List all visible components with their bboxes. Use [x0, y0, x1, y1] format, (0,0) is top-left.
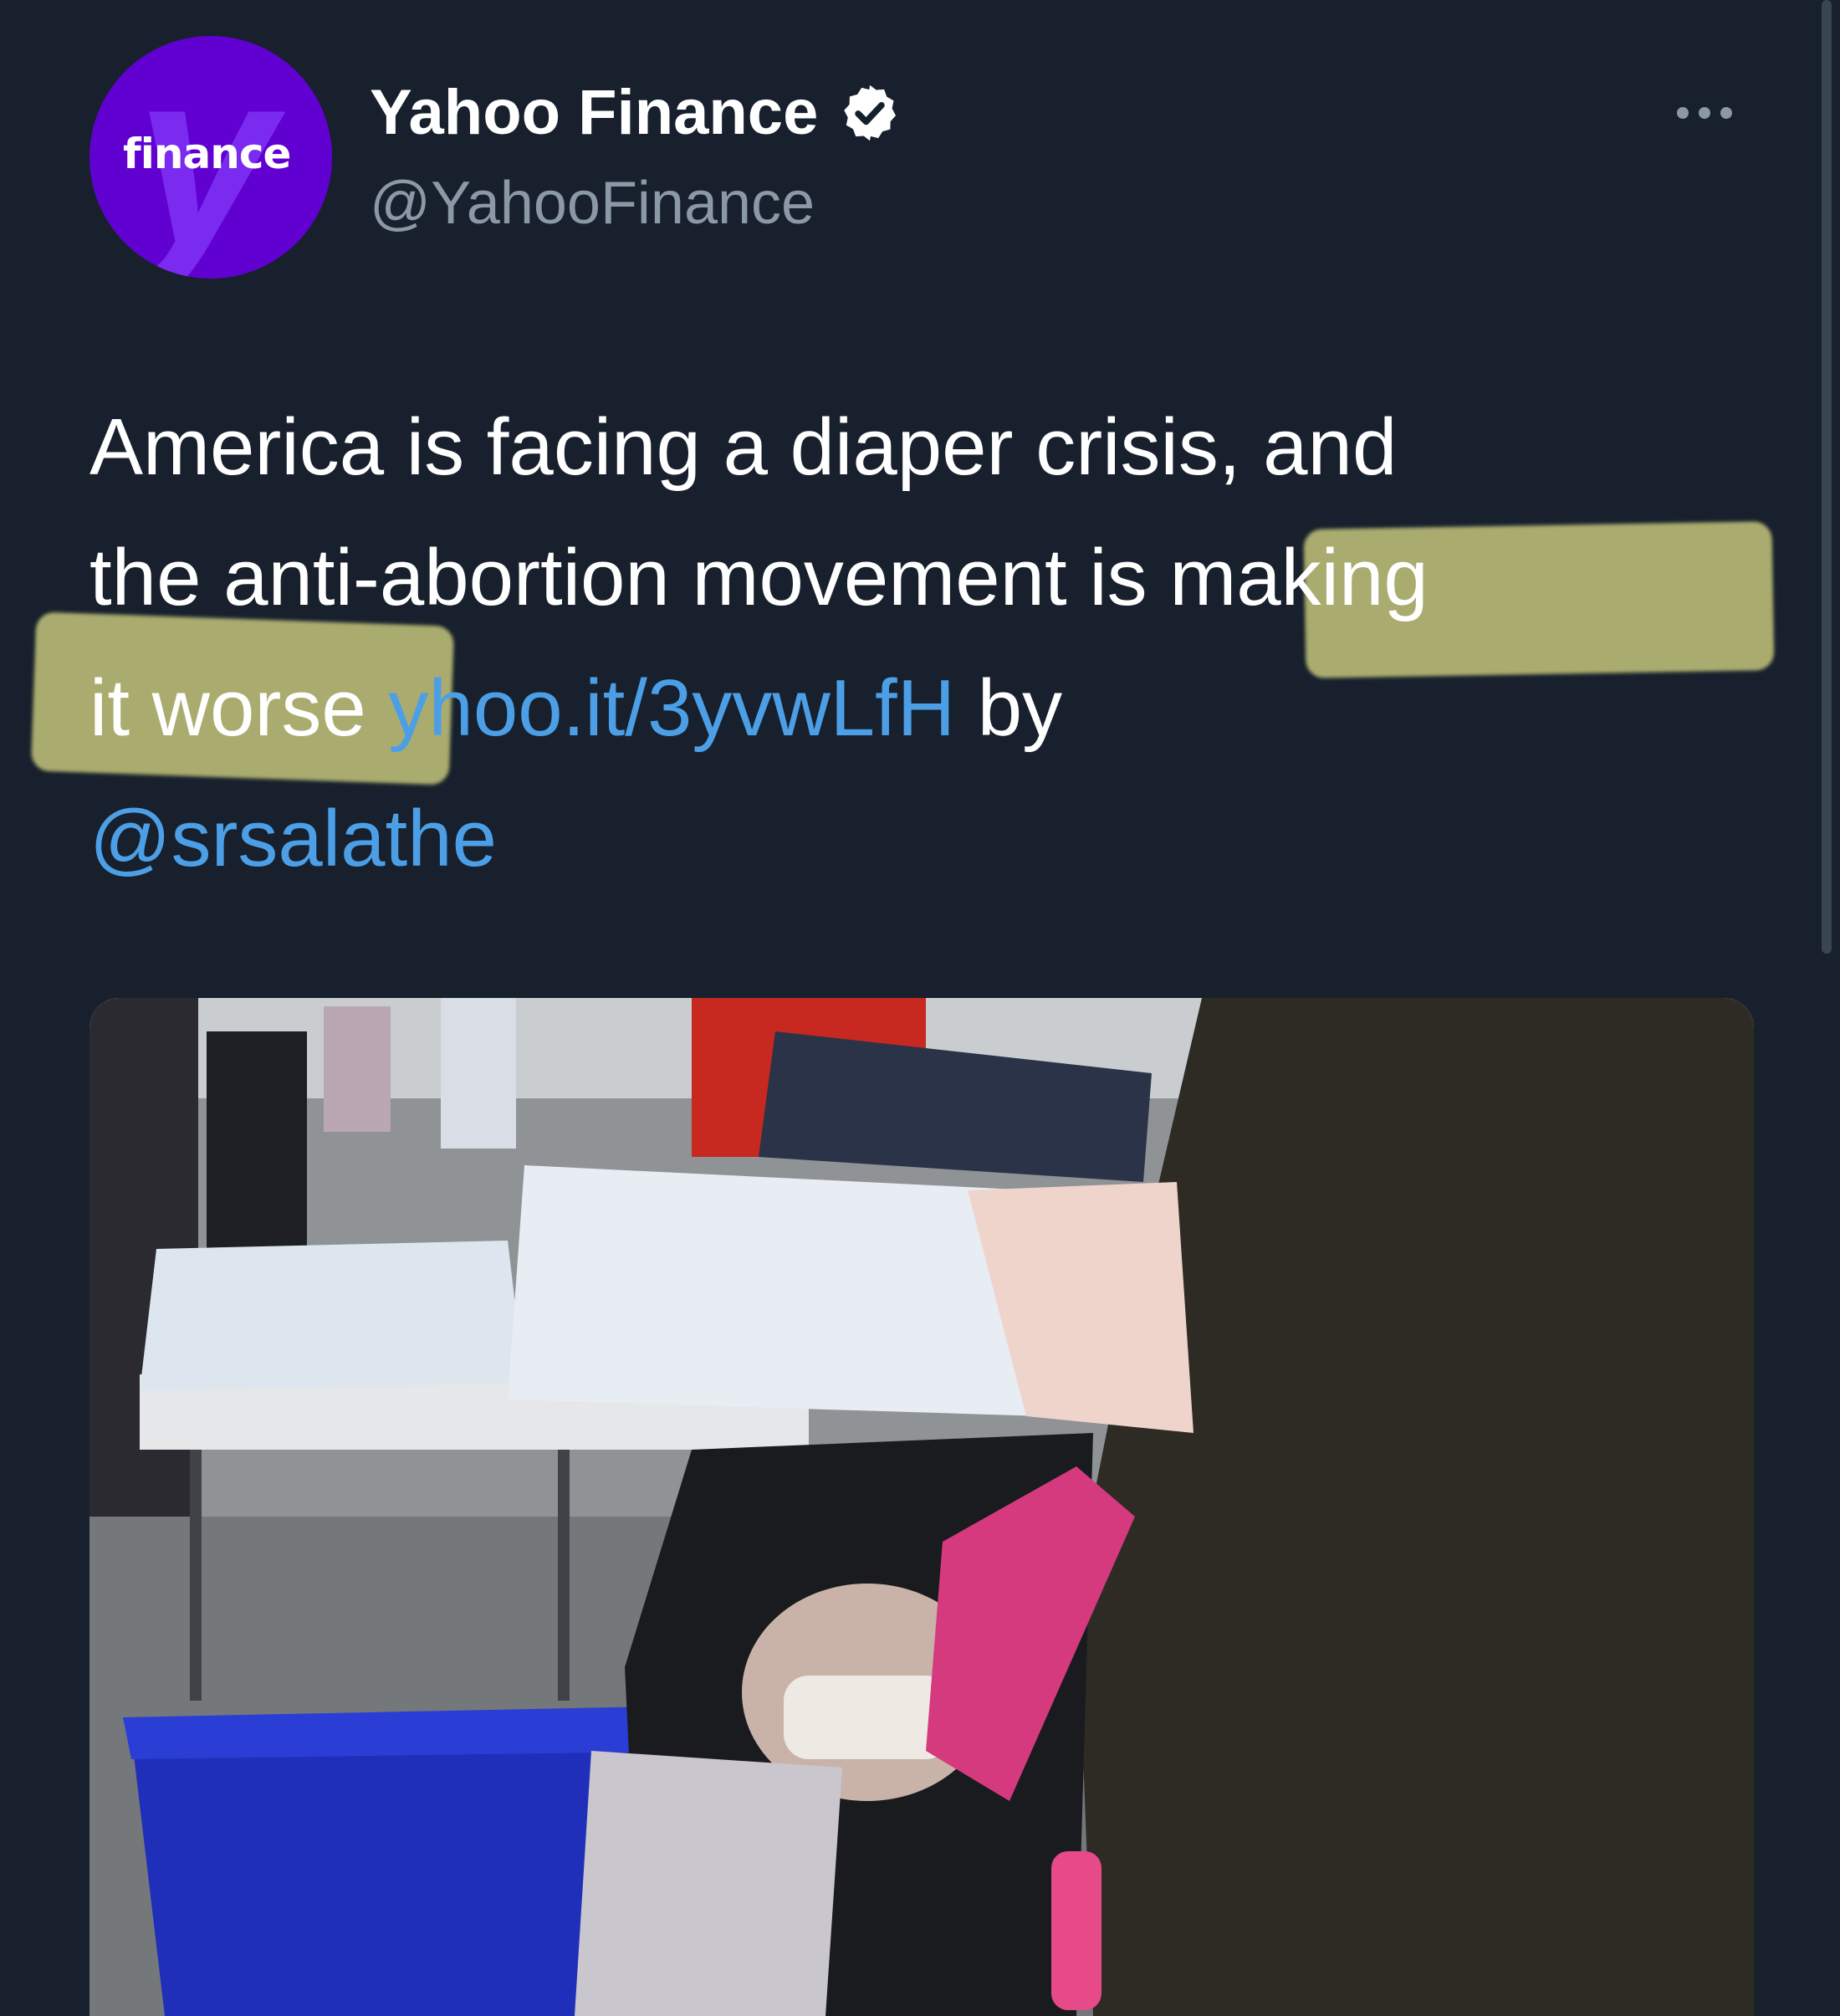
- tweet-text-line-4: @srsalathe: [89, 789, 497, 889]
- tweet-text: by: [955, 663, 1063, 753]
- tweet-text-line-2: the anti-abortion movement is making: [89, 528, 1429, 628]
- tweet-text-line-1: America is facing a diaper crisis, and: [89, 397, 1397, 498]
- avatar[interactable]: y finance: [89, 36, 332, 279]
- more-options-icon[interactable]: [1677, 96, 1744, 130]
- tweet-text-highlighted: is making: [1089, 533, 1429, 622]
- tweet-text-highlighted: it worse: [89, 663, 366, 753]
- tweet-text-line-3: it worse yhoo.it/3yvwLfH by: [89, 658, 1062, 759]
- tweet-card: y finance Yahoo Finance @YahooFinance Am…: [0, 0, 1840, 2016]
- display-name[interactable]: Yahoo Finance: [370, 75, 902, 151]
- photo-illustration: [89, 998, 1754, 2016]
- more-dot: [1720, 107, 1732, 119]
- tweet-text: America is facing a diaper crisis, and: [89, 402, 1398, 492]
- display-name-text: Yahoo Finance: [370, 77, 819, 148]
- scrollbar[interactable]: [1822, 0, 1832, 954]
- tweet-link[interactable]: yhoo.it/3yvwLfH: [388, 663, 955, 753]
- more-dot: [1699, 107, 1710, 119]
- avatar-logo-text: finance: [123, 130, 291, 178]
- tweet-text: the anti-abortion movement: [89, 533, 1090, 622]
- tweet-photo[interactable]: [89, 998, 1754, 2016]
- more-dot: [1677, 107, 1689, 119]
- mention-link[interactable]: @srsalathe: [89, 794, 497, 883]
- account-handle[interactable]: @YahooFinance: [370, 166, 815, 241]
- verified-badge-icon: [844, 84, 897, 141]
